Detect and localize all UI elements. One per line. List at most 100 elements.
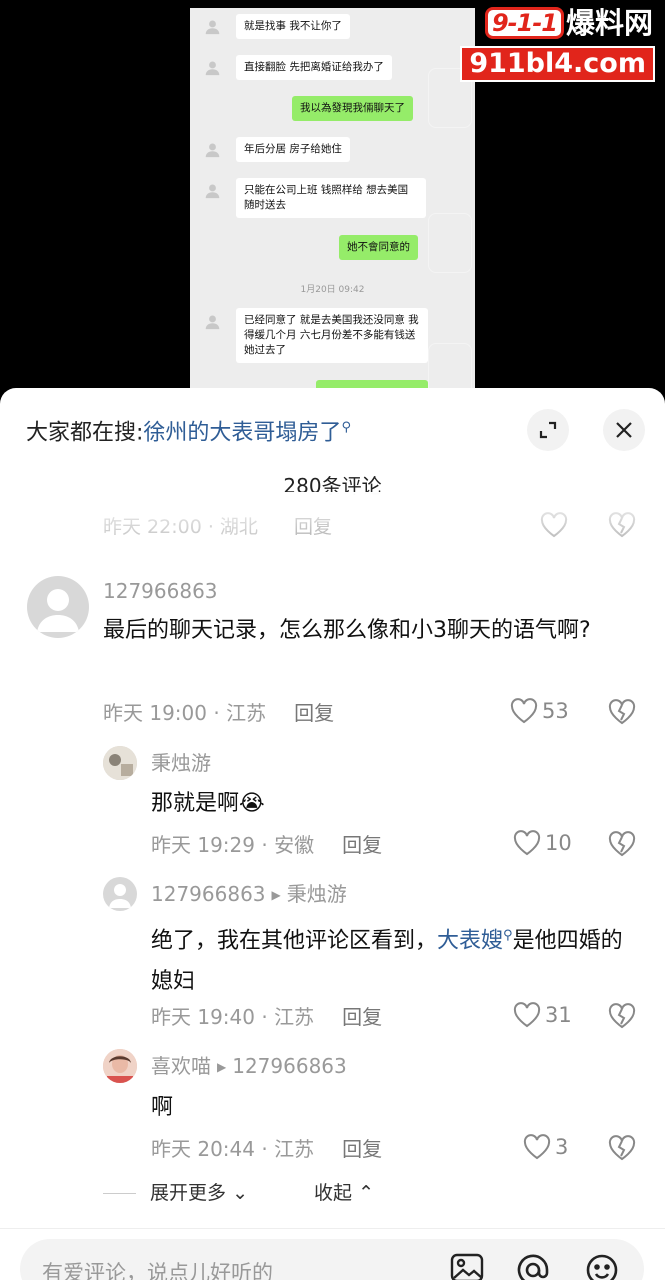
heart-icon [510, 698, 538, 724]
avatar-icon [204, 313, 221, 330]
comment-text: 最后的聊天记录，怎么那么像和小3聊天的语气啊? [103, 618, 591, 643]
reply-button[interactable]: 回复 [342, 1137, 382, 1161]
reply-username: 127966863 ▶ 秉烛游 [151, 880, 347, 909]
dislike-button[interactable] [608, 699, 636, 725]
reply-time: 昨天 19:40 · 江苏 [151, 1005, 315, 1029]
broken-heart-icon [608, 1135, 636, 1161]
reply-button[interactable]: 回复 [342, 1005, 382, 1029]
comment-panel: 大家都在搜:徐州的大表哥塌房了⚲ 280条评论 昨天 22:00 · 湖北 回复… [0, 388, 665, 1280]
screen: 就是找事 我不让你了 直接翻脸 先把离婚证给我办了 我以為發現我倆聊天了 年后分… [0, 0, 665, 1280]
like-button[interactable]: 3 [523, 1134, 568, 1160]
reply-button[interactable]: 回复 [294, 701, 334, 725]
chat-message-self: 她不會同意的 [339, 235, 418, 260]
image-button[interactable] [450, 1253, 484, 1280]
chat-message: 就是找事 我不让你了 [236, 14, 350, 39]
search-icon: ⚲ [341, 420, 351, 435]
like-count: 3 [555, 1135, 569, 1159]
expand-more-label: 展开更多 [150, 1182, 227, 1204]
image-icon [450, 1253, 484, 1280]
search-prefix: 大家都在搜: [26, 420, 144, 446]
heart-icon [540, 512, 568, 538]
chat-message: 直接翻脸 先把离婚证给我办了 [236, 55, 392, 80]
reply-username[interactable]: 秉烛游 [151, 749, 211, 777]
emoji-button[interactable] [585, 1253, 619, 1280]
avatar[interactable] [103, 746, 137, 780]
avatar[interactable] [27, 576, 89, 638]
broken-heart-icon [608, 512, 636, 538]
dislike-button[interactable] [608, 1003, 636, 1029]
avatar-icon [204, 18, 221, 35]
search-keyword[interactable]: 徐州的大表哥塌房了 [143, 420, 341, 445]
broken-heart-icon [608, 699, 636, 725]
close-button[interactable] [603, 409, 645, 451]
avatar-photo [103, 1049, 137, 1083]
divider [103, 1193, 136, 1194]
like-count: 53 [542, 699, 569, 723]
watermark-url: 911bl4.com [460, 46, 655, 82]
dislike-button[interactable] [608, 1135, 636, 1161]
reply-time: 昨天 19:29 · 安徽 [151, 833, 315, 857]
search-keyword-link[interactable]: 大表嫂 [437, 928, 503, 953]
dislike-button[interactable] [608, 512, 636, 538]
like-button[interactable]: 10 [513, 830, 572, 856]
reply-username: 喜欢喵 ▶ 127966863 [151, 1052, 347, 1081]
heart-icon [513, 830, 541, 856]
avatar-icon [204, 141, 221, 158]
watermark-shape [428, 213, 472, 273]
reply-meta: 昨天 19:40 · 江苏 回复 [151, 1003, 382, 1031]
like-button[interactable]: 53 [510, 698, 569, 724]
reply-button[interactable]: 回复 [342, 833, 382, 857]
reply-text: 绝了，我在其他评论区看到，大表嫂⚲是他四婚的媳妇 [151, 915, 631, 1002]
reply-to-username[interactable]: 127966863 [232, 1054, 347, 1078]
broken-heart-icon [608, 1003, 636, 1029]
default-avatar-icon [109, 884, 131, 908]
expand-button[interactable] [527, 409, 569, 451]
emoji-icon [586, 1254, 618, 1280]
search-suggestion[interactable]: 大家都在搜:徐州的大表哥塌房了⚲ [26, 412, 351, 449]
reply-button[interactable]: 回复 [294, 516, 332, 538]
reply-time: 昨天 20:44 · 江苏 [151, 1137, 315, 1161]
default-avatar-icon [37, 589, 79, 632]
comment-time: 昨天 22:00 · 湖北 [103, 516, 258, 538]
reply-username-text[interactable]: 喜欢喵 [151, 1054, 211, 1078]
reply-to-username[interactable]: 秉烛游 [287, 882, 347, 906]
comment-username[interactable]: 127966863 [103, 577, 218, 605]
collapse-label: 收起 [314, 1182, 353, 1204]
comment-meta-partial: 昨天 22:00 · 湖北 回复 [103, 514, 332, 540]
heart-icon [513, 1002, 541, 1028]
comment-count: 280条评论 [283, 474, 382, 498]
avatar[interactable] [103, 877, 137, 911]
chat-message: 已经同意了 就是去美国我还没同意 我得缓几个月 六七月份差不多能有钱送她过去了 [236, 308, 428, 363]
comment-input-placeholder: 有爱评论，说点儿好听的 [42, 1261, 273, 1280]
mention-button[interactable] [516, 1253, 550, 1280]
expand-icon [539, 421, 557, 439]
collapse-button[interactable]: 收起 ⌃ [314, 1178, 374, 1205]
reply-to-arrow-icon: ▶ [271, 888, 281, 902]
reply-username-text[interactable]: 127966863 [151, 882, 266, 906]
at-icon [517, 1254, 549, 1280]
like-count: 10 [545, 831, 572, 855]
chat-timestamp: 1月20日 09:42 [300, 285, 365, 295]
watermark-logo: 9-1-1 爆料网 911bl4.com [457, 6, 657, 82]
chat-screenshot-image[interactable]: 就是找事 我不让你了 直接翻脸 先把离婚证给我办了 我以為發現我倆聊天了 年后分… [190, 8, 475, 398]
comment-meta: 昨天 19:00 · 江苏 回复 [103, 699, 334, 727]
crying-emoji-icon: 😭 [239, 791, 265, 816]
search-icon: ⚲ [503, 928, 513, 943]
reply-text-content: 绝了，我在其他评论区看到， [151, 928, 438, 954]
watermark-name: 爆料网 [565, 6, 653, 40]
expand-more-button[interactable]: 展开更多 ⌄ [150, 1178, 248, 1205]
broken-heart-icon [608, 831, 636, 857]
chat-message-self: 我以為發現我倆聊天了 [292, 96, 413, 121]
like-button[interactable] [540, 512, 568, 538]
chevron-up-icon: ⌃ [358, 1182, 374, 1204]
avatar-photo [103, 746, 137, 780]
chat-message: 年后分居 房子给她住 [236, 137, 350, 162]
like-button[interactable]: 31 [513, 1002, 572, 1028]
reply-meta: 昨天 20:44 · 江苏 回复 [151, 1135, 382, 1163]
like-count: 31 [545, 1003, 572, 1027]
avatar-icon [204, 59, 221, 76]
avatar[interactable] [103, 1049, 137, 1083]
close-icon [616, 422, 632, 438]
dislike-button[interactable] [608, 831, 636, 857]
comment-input[interactable]: 有爱评论，说点儿好听的 [20, 1239, 644, 1280]
